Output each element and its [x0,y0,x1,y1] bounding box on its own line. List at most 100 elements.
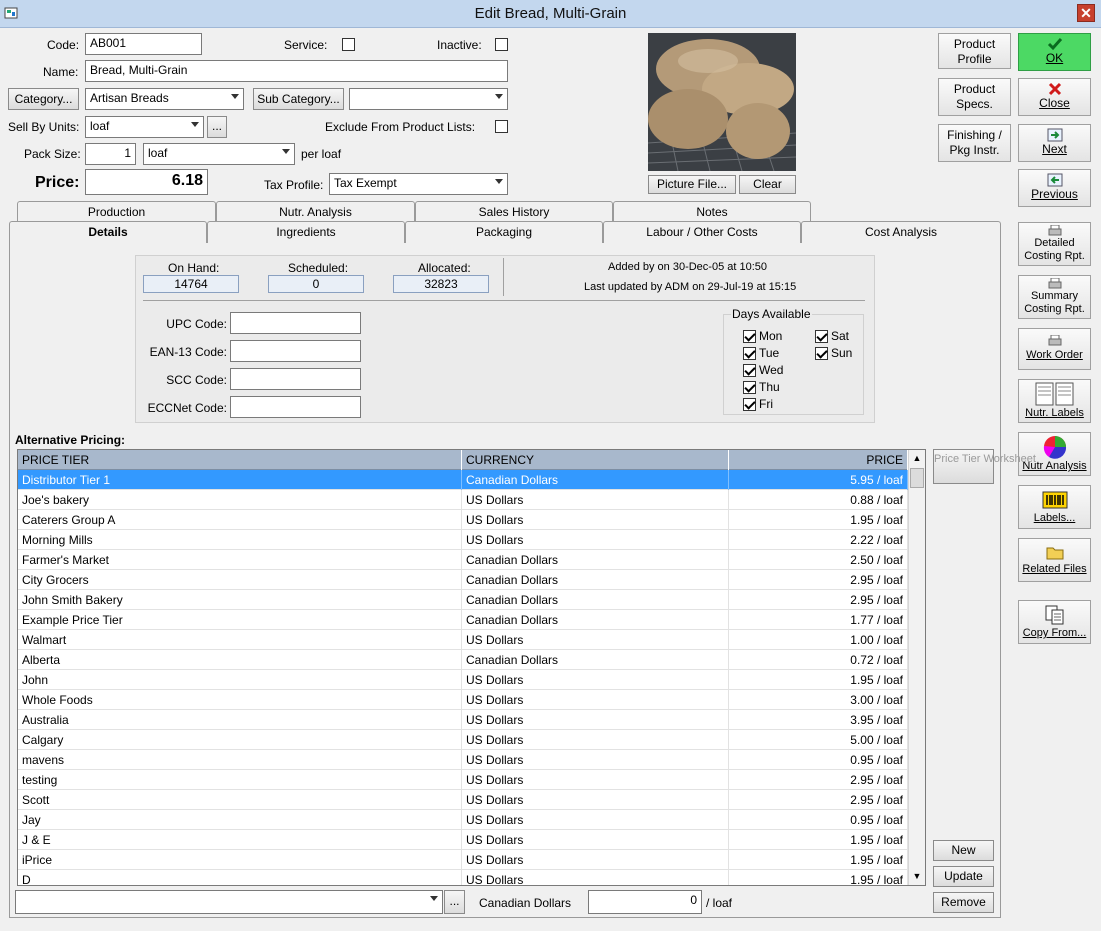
table-row[interactable]: J & E US Dollars 1.95 / loaf [18,830,908,850]
price-tier-worksheet-button[interactable]: Price Tier Worksheet [933,449,1036,484]
work-order-button[interactable]: Work Order [1018,328,1091,370]
table-row[interactable]: Farmer's Market Canadian Dollars 2.50 / lo… [18,550,908,570]
category-button[interactable]: Category... [8,88,79,110]
table-row[interactable]: testing US Dollars 2.95 / loaf [18,770,908,790]
table-row[interactable]: mavens US Dollars 0.95 / loaf [18,750,908,770]
column-header-price[interactable]: PRICE [729,450,908,470]
product-specs-button[interactable]: Product Specs. [938,78,1011,116]
day-wed-checkbox[interactable] [743,364,756,377]
subcategory-select[interactable] [349,88,508,110]
scroll-down-arrow-icon[interactable]: ▼ [909,868,925,885]
eccnet-input[interactable] [230,396,361,418]
table-row[interactable]: Whole Foods US Dollars 3.00 / loaf [18,690,908,710]
scroll-thumb[interactable] [910,468,924,488]
close-label: Close [1039,96,1070,110]
day-fri-label: Fri [759,397,773,411]
sell-by-browse-button[interactable]: ... [207,116,227,138]
table-row[interactable]: John Smith Bakery Canadian Dollars 2.95 / … [18,590,908,610]
table-row[interactable]: Caterers Group A US Dollars 1.95 / loaf [18,510,908,530]
table-row[interactable]: Walmart US Dollars 1.00 / loaf [18,630,908,650]
table-row[interactable]: Joe's bakery US Dollars 0.88 / loaf [18,490,908,510]
previous-button[interactable]: Previous [1018,169,1091,207]
detailed-costing-button[interactable]: Detailed Costing Rpt. [1018,222,1091,266]
clear-picture-button[interactable]: Clear [739,175,796,194]
summary-costing-button[interactable]: Summary Costing Rpt. [1018,275,1091,319]
subcategory-button[interactable]: Sub Category... [253,88,344,110]
tab-labour-costs[interactable]: Labour / Other Costs [603,221,801,243]
picture-file-button[interactable]: Picture File... [648,175,736,194]
related-files-button[interactable]: Related Files [1018,538,1091,582]
cell-tier: Caterers Group A [18,510,462,530]
exclude-checkbox[interactable] [495,120,508,133]
category-select[interactable]: Artisan Breads [85,88,244,110]
pack-size-input[interactable]: 1 [85,143,136,165]
update-price-button[interactable]: Update [933,866,994,887]
tab-ingredients[interactable]: Ingredients [207,221,405,243]
tab-sales-history[interactable]: Sales History [415,201,613,223]
upc-input[interactable] [230,312,361,334]
remove-price-button[interactable]: Remove [933,892,994,913]
day-mon-checkbox[interactable] [743,330,756,343]
new-price-button[interactable]: New [933,840,994,861]
window-close-button[interactable]: ✕ [1077,4,1095,22]
table-row[interactable]: City Grocers Canadian Dollars 2.95 / loaf [18,570,908,590]
name-input[interactable]: Bread, Multi-Grain [85,60,508,82]
next-button[interactable]: Next [1018,124,1091,162]
table-row[interactable]: Scott US Dollars 2.95 / loaf [18,790,908,810]
day-thu-checkbox[interactable] [743,381,756,394]
column-header-tier[interactable]: PRICE TIER [18,450,462,470]
finishing-button[interactable]: Finishing / Pkg Instr. [938,124,1011,162]
exclude-label: Exclude From Product Lists: [325,120,476,134]
labels-button[interactable]: Labels... [1018,485,1091,529]
pricing-table[interactable]: PRICE TIER CURRENCY PRICE Distributor Ti… [17,449,926,886]
scc-input[interactable] [230,368,361,390]
added-info: Added by on 30-Dec-05 at 10:50 [608,261,768,273]
day-sat-checkbox[interactable] [815,330,828,343]
inactive-checkbox[interactable] [495,38,508,51]
table-row[interactable]: John US Dollars 1.95 / loaf [18,670,908,690]
scroll-up-arrow-icon[interactable]: ▲ [909,450,925,467]
cell-currency: US Dollars [462,750,729,770]
cell-tier: Alberta [18,650,462,670]
nutr-labels-button[interactable]: Nutr. Labels [1018,379,1091,423]
tab-production[interactable]: Production [17,201,216,223]
cell-tier: Scott [18,790,462,810]
price-tier-select[interactable] [15,890,443,914]
code-input[interactable]: AB001 [85,33,202,55]
table-row[interactable]: Example Price Tier Canadian Dollars 1.77 /… [18,610,908,630]
price-tier-browse-button[interactable]: ... [444,890,465,914]
pack-unit-select[interactable]: loaf [143,143,295,165]
table-row[interactable]: Jay US Dollars 0.95 / loaf [18,810,908,830]
nutr-labels-label: Nutr. Labels [1025,407,1084,419]
bottom-price-input[interactable]: 0 [588,890,702,914]
copy-from-button[interactable]: Copy From... [1018,600,1091,644]
table-row[interactable]: D US Dollars 1.95 / loaf [18,870,908,885]
price-input[interactable]: 6.18 [85,169,208,195]
table-row[interactable]: Calgary US Dollars 5.00 / loaf [18,730,908,750]
tab-notes[interactable]: Notes [613,201,811,223]
table-row[interactable]: iPrice US Dollars 1.95 / loaf [18,850,908,870]
close-button[interactable]: Close [1018,78,1091,116]
pricing-table-scrollbar[interactable]: ▲ ▼ [908,450,925,885]
table-row[interactable]: Alberta Canadian Dollars 0.72 / loaf [18,650,908,670]
copy-icon [1045,605,1063,625]
tab-packaging[interactable]: Packaging [405,221,603,243]
table-row[interactable]: Distributor Tier 1 Canadian Dollars 5.95 /… [18,470,908,490]
day-tue-checkbox[interactable] [743,347,756,360]
ean-input[interactable] [230,340,361,362]
ok-button[interactable]: OK [1018,33,1091,71]
day-sun-checkbox[interactable] [815,347,828,360]
tab-cost-analysis[interactable]: Cost Analysis [801,221,1001,243]
table-row[interactable]: Morning Mills US Dollars 2.22 / loaf [18,530,908,550]
day-fri-checkbox[interactable] [743,398,756,411]
table-row[interactable]: Australia US Dollars 3.95 / loaf [18,710,908,730]
service-checkbox[interactable] [342,38,355,51]
column-header-currency[interactable]: CURRENCY [462,450,729,470]
tax-profile-select[interactable]: Tax Exempt [329,173,508,195]
tab-details[interactable]: Details [9,221,207,243]
sell-by-select[interactable]: loaf [85,116,204,138]
tab-nutr-analysis[interactable]: Nutr. Analysis [216,201,415,223]
days-title: Days Available [731,307,812,321]
product-profile-button[interactable]: Product Profile [938,33,1011,69]
updated-info: Last updated by ADM on 29-Jul-19 at 15:1… [584,281,797,293]
